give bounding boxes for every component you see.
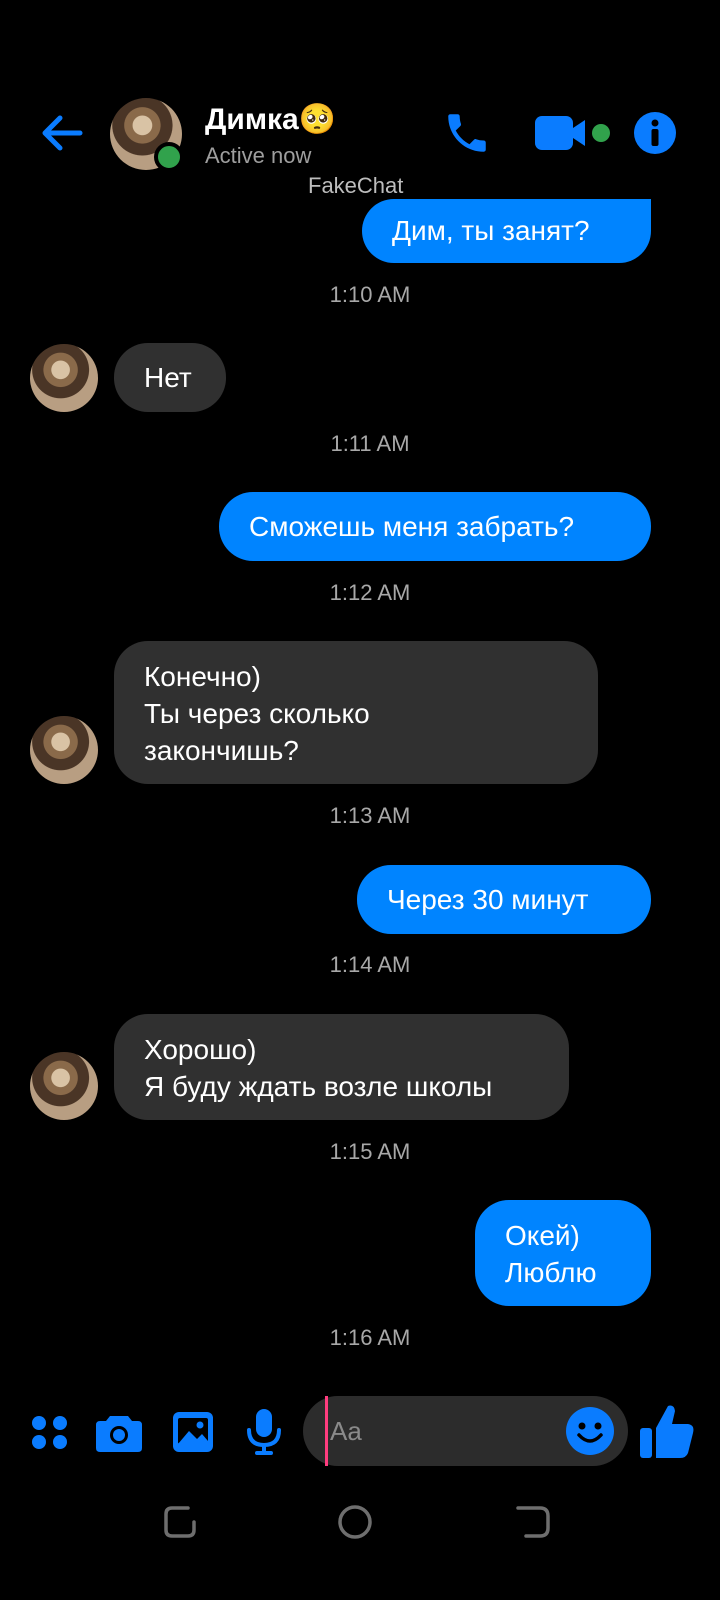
- nav-back-button[interactable]: [512, 1500, 556, 1544]
- voice-message-button[interactable]: [245, 1408, 283, 1456]
- message-timestamp: 1:13 AM: [329, 803, 411, 828]
- message-timestamp: 1:10 AM: [329, 282, 411, 307]
- message-timestamp: 1:12 AM: [329, 580, 411, 605]
- message-bubble-outgoing[interactable]: Окей) Люблю: [475, 1200, 651, 1306]
- smiley-icon: [566, 1407, 614, 1455]
- thumbs-up-icon: [640, 1405, 694, 1458]
- arrow-left-icon: [42, 115, 83, 151]
- info-icon: [634, 112, 676, 154]
- message-bubble-outgoing[interactable]: Через 30 минут: [357, 865, 651, 934]
- apps-button[interactable]: [30, 1412, 70, 1452]
- message-bubble-outgoing[interactable]: Дим, ты занят?: [362, 199, 651, 263]
- message-timestamp: 1:16 AM: [329, 1325, 411, 1350]
- contact-avatar-small[interactable]: [30, 344, 98, 412]
- message-timestamp: 1:11 AM: [330, 431, 410, 456]
- watermark: FakeChat: [308, 173, 404, 198]
- voice-call-button[interactable]: [442, 108, 492, 158]
- message-composer[interactable]: [303, 1396, 628, 1466]
- active-status: Active now: [205, 143, 312, 168]
- camera-icon: [96, 1416, 142, 1452]
- message-bubble-outgoing[interactable]: Сможешь меня забрать?: [219, 492, 651, 561]
- back-button[interactable]: [36, 108, 86, 158]
- contact-avatar[interactable]: [110, 98, 184, 172]
- image-icon: [173, 1412, 213, 1452]
- microphone-icon: [247, 1409, 281, 1455]
- message-timestamp: 1:14 AM: [329, 952, 411, 977]
- message-bubble-incoming[interactable]: Хорошо) Я буду ждать возле школы: [114, 1014, 569, 1120]
- message-input[interactable]: [325, 1396, 555, 1466]
- message-timestamp: 1:15 AM: [329, 1139, 411, 1164]
- nav-recents-button[interactable]: [158, 1500, 202, 1544]
- four-dots-icon: [32, 1416, 67, 1449]
- contact-avatar-small[interactable]: [30, 1052, 98, 1120]
- gallery-button[interactable]: [172, 1411, 214, 1453]
- message-bubble-incoming[interactable]: Конечно) Ты через сколько закончишь?: [114, 641, 598, 784]
- video-camera-icon: [535, 116, 610, 150]
- home-circle-icon: [338, 1505, 372, 1539]
- emoji-button[interactable]: [566, 1407, 614, 1455]
- info-button[interactable]: [634, 112, 676, 154]
- phone-icon: [448, 114, 486, 152]
- contact-avatar-small[interactable]: [30, 716, 98, 784]
- video-call-button[interactable]: [535, 112, 615, 154]
- recents-icon: [164, 1506, 196, 1538]
- camera-button[interactable]: [96, 1412, 142, 1452]
- back-gesture-icon: [516, 1506, 550, 1538]
- like-button[interactable]: [638, 1402, 696, 1460]
- message-bubble-incoming[interactable]: Нет: [114, 343, 226, 412]
- nav-home-button[interactable]: [333, 1500, 377, 1544]
- contact-name[interactable]: Димка🥺: [205, 102, 336, 137]
- online-status-dot: [154, 142, 184, 172]
